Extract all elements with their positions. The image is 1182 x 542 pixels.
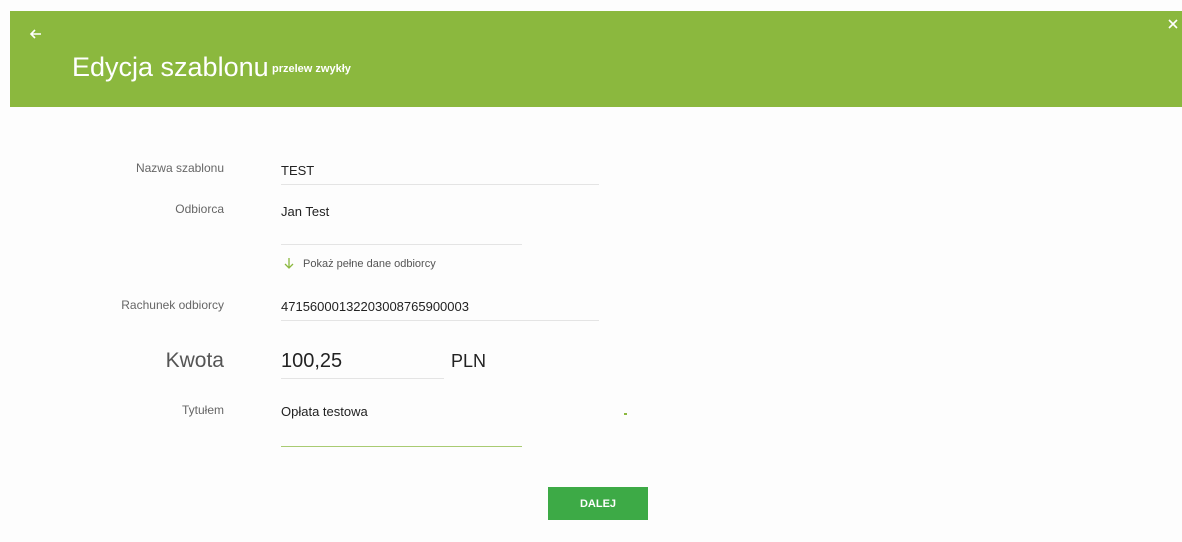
account-label: Rachunek odbiorcy: [121, 298, 224, 312]
page-subtitle: przelew zwykły: [272, 63, 351, 75]
title-label: Tytułem: [181, 403, 224, 417]
show-recipient-details-label: Pokaż pełne dane odbiorcy: [303, 257, 436, 270]
title-input[interactable]: Opłata testowa: [281, 404, 368, 419]
amount-input[interactable]: 100,25: [281, 350, 342, 373]
arrow-left-icon[interactable]: [29, 27, 43, 41]
template-name-underline: [281, 184, 599, 185]
template-name-input[interactable]: TEST: [281, 163, 314, 178]
template-name-label: Nazwa szablonu: [135, 161, 224, 175]
title-underline: [281, 446, 522, 447]
recipient-underline: [281, 244, 522, 245]
page-title: Edycja szablonu: [72, 52, 269, 82]
arrow-down-icon: [284, 258, 294, 269]
field-marker: [624, 413, 627, 415]
amount-underline: [281, 378, 444, 379]
account-underline: [281, 320, 599, 321]
recipient-label: Odbiorca: [175, 202, 224, 216]
header-bar: Edycja szablonu przelew zwykły: [10, 11, 1182, 107]
close-icon[interactable]: [1166, 17, 1180, 31]
next-button[interactable]: DALEJ: [548, 487, 648, 520]
currency-label: PLN: [451, 351, 487, 371]
amount-label: Kwota: [165, 349, 224, 372]
recipient-input[interactable]: Jan Test: [281, 204, 329, 219]
show-recipient-details-link[interactable]: Pokaż pełne dane odbiorcy: [283, 257, 436, 270]
account-input[interactable]: 47156000132203008765900003: [281, 299, 469, 314]
